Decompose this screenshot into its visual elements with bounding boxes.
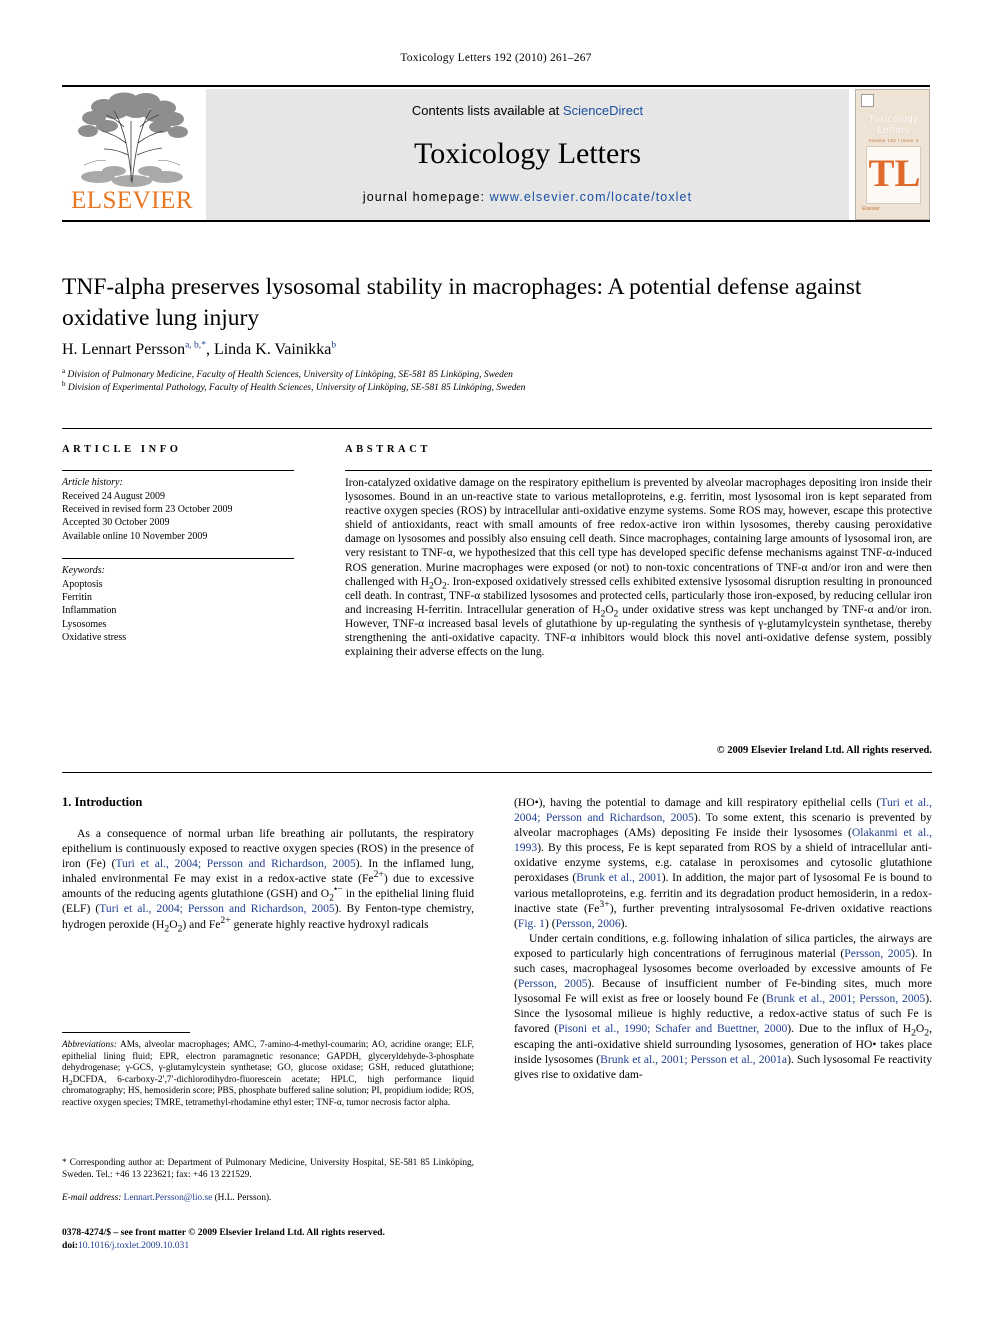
keyword-item: Apoptosis xyxy=(62,579,103,590)
issn-copyright-line: 0378-4274/$ – see front matter © 2009 El… xyxy=(62,1227,385,1238)
journal-homepage-line: journal homepage: www.elsevier.com/locat… xyxy=(206,190,849,204)
elsevier-wordmark: ELSEVIER xyxy=(70,187,194,214)
history-item: Accepted 30 October 2009 xyxy=(62,517,170,529)
body-column-left: As a consequence of normal urban life br… xyxy=(62,826,474,934)
keyword-item: Lysosomes xyxy=(62,618,107,630)
abstract-heading: ABSTRACT xyxy=(345,444,431,455)
author-one: H. Lennart Persson xyxy=(62,341,186,358)
intro-paragraph-right-1: (HO•), having the potential to damage an… xyxy=(514,796,933,930)
body-column-right: (HO•), having the potential to damage an… xyxy=(514,795,932,1082)
affiliations: a Division of Pulmonary Medicine, Facult… xyxy=(62,366,932,395)
affiliation-b: b Division of Experimental Pathology, Fa… xyxy=(62,379,932,395)
author-one-affil-marks: a, b, xyxy=(185,340,202,351)
abbreviations-label: Abbreviations: xyxy=(62,1040,117,1050)
intro-paragraph-right-2: Under certain conditions, e.g. following… xyxy=(514,931,933,1081)
author-two: , Linda K. Vainikka xyxy=(205,341,332,358)
history-item: Received in revised form 23 October 2009 xyxy=(62,504,233,516)
keywords-rule xyxy=(62,558,294,559)
article-history-label: Article history: xyxy=(62,477,123,488)
affiliation-a-text: Division of Pulmonary Medicine, Faculty … xyxy=(67,370,513,380)
cover-title-line1: Toxicology xyxy=(868,114,919,125)
cover-title-line2: Letters xyxy=(877,125,910,136)
intro-paragraph-left: As a consequence of normal urban life br… xyxy=(62,827,474,934)
abbreviations-text: AMs, alveolar macrophages; AMC, 7-amino-… xyxy=(62,1040,474,1108)
keywords-list: Apoptosis Ferritin Inflammation Lysosome… xyxy=(62,578,302,644)
section-title-introduction: 1. Introduction xyxy=(62,795,143,809)
doi-line: doi:10.1016/j.toxlet.2009.10.031 xyxy=(62,1240,492,1253)
email-footnote: E-mail address: Lennart.Persson@lio.se (… xyxy=(62,1193,474,1203)
abbreviations-footnote: Abbreviations: AMs, alveolar macrophages… xyxy=(62,1040,474,1110)
footnote-rule xyxy=(62,1032,190,1033)
author-two-affil-mark: b xyxy=(331,340,337,351)
copyright-line: © 2009 Elsevier Ireland Ltd. All rights … xyxy=(716,745,932,756)
homepage-link[interactable]: www.elsevier.com/locate/toxlet xyxy=(490,190,693,204)
email-owner: (H.L. Persson). xyxy=(212,1193,272,1203)
info-section-top-rule xyxy=(62,428,932,429)
article-info-heading: ARTICLE INFO xyxy=(62,444,182,455)
affiliation-a-marker: a xyxy=(62,366,66,375)
history-item: Received 24 August 2009 xyxy=(62,491,166,502)
masthead-top-rule xyxy=(62,85,930,87)
doi-link[interactable]: 10.1016/j.toxlet.2009.10.031 xyxy=(78,1240,189,1251)
cover-monogram: TL xyxy=(868,152,921,195)
contents-prefix: Contents lists available at xyxy=(411,103,563,118)
journal-title: Toxicology Letters xyxy=(413,137,641,170)
corresponding-author-footnote: * Corresponding author at: Department of… xyxy=(62,1158,474,1181)
masthead-bottom-rule xyxy=(62,220,930,222)
email-link[interactable]: Lennart.Persson@lio.se xyxy=(124,1193,213,1203)
keywords-label: Keywords: xyxy=(62,565,105,576)
article-history-list: Received 24 August 2009 Received in revi… xyxy=(62,490,302,543)
homepage-label: journal homepage: xyxy=(362,190,490,204)
keyword-item: Inflammation xyxy=(62,605,117,617)
doi-label: doi: xyxy=(62,1239,78,1251)
imprint-block: 0378-4274/$ – see front matter © 2009 El… xyxy=(62,1227,492,1252)
contents-available-line: Contents lists available at ScienceDirec… xyxy=(206,103,849,118)
keyword-item: Ferritin xyxy=(62,592,92,604)
email-label: E-mail address: xyxy=(62,1193,122,1203)
page-title: TNF-alpha preserves lysosomal stability … xyxy=(62,274,862,331)
running-head: Toxicology Letters 192 (2010) 261–267 xyxy=(400,52,592,64)
journal-masthead: ELSEVIER Contents lists available at Sci… xyxy=(62,85,930,222)
abstract-bottom-rule xyxy=(62,772,932,773)
sciencedirect-link[interactable]: ScienceDirect xyxy=(563,103,643,118)
cover-title: Toxicology Letters xyxy=(856,114,931,136)
cover-subtitle: Volume 192 / Issue 3 xyxy=(868,138,919,143)
affiliation-b-marker: b xyxy=(62,379,66,388)
cover-monogram-box: TL xyxy=(866,146,921,204)
elsevier-logo: ELSEVIER xyxy=(62,89,202,220)
affiliation-b-text: Division of Experimental Pathology, Facu… xyxy=(67,383,526,393)
paper-page: Toxicology Letters 192 (2010) 261–267 EL… xyxy=(0,0,992,1323)
abstract-rule xyxy=(345,470,932,471)
abstract-text: Iron-catalyzed oxidative damage on the r… xyxy=(345,477,932,659)
keyword-item: Oxidative stress xyxy=(62,631,127,643)
masthead-center-band: Contents lists available at ScienceDirec… xyxy=(206,89,849,220)
history-item: Available online 10 November 2009 xyxy=(62,530,208,542)
elsevier-tree-icon xyxy=(78,92,188,187)
author-list: H. Lennart Perssona, b,*, Linda K. Vaini… xyxy=(62,341,932,359)
affiliation-a: a Division of Pulmonary Medicine, Facult… xyxy=(62,366,932,382)
journal-cover-thumbnail[interactable]: Toxicology Letters Volume 192 / Issue 3 … xyxy=(855,89,930,220)
cover-mini-logo-icon xyxy=(861,94,874,107)
cover-footer-label: Elsevier xyxy=(862,206,880,212)
corresponding-author-text: Corresponding author at: Department of P… xyxy=(62,1158,474,1180)
info-rule xyxy=(62,470,294,471)
